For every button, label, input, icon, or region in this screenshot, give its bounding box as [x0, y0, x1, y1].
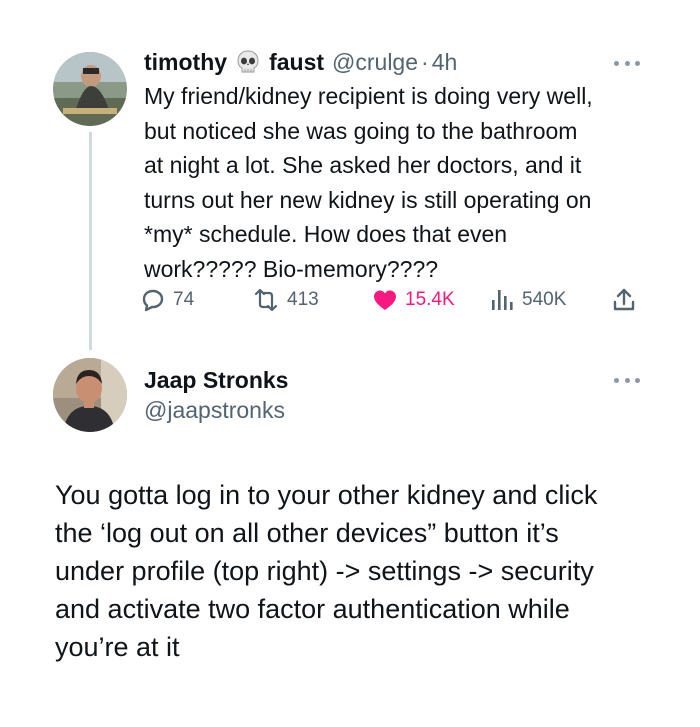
reply-text-line: You gotta log in to your other kidney an… [55, 480, 598, 510]
like-button[interactable]: 15.4K [372, 283, 455, 317]
reply-text-line: the ‘log out on all other devices” butto… [55, 518, 559, 548]
author-name-last[interactable]: faust [269, 49, 324, 76]
tweet-timestamp[interactable]: 4h [432, 49, 458, 76]
tweet-text-line: *my* schedule. How does that even [144, 221, 508, 247]
skull-icon [237, 50, 259, 74]
author-name[interactable]: timothy [144, 49, 227, 76]
header-separator: · [421, 48, 429, 75]
views-icon [492, 290, 513, 310]
reply-text-line: you’re at it [55, 632, 180, 662]
view-count: 540K [522, 289, 567, 310]
repost-button[interactable]: 413 [252, 283, 319, 317]
thread-connector-line [89, 132, 92, 350]
views-button[interactable]: 540K [489, 283, 566, 317]
author-handle[interactable]: @crulge [332, 49, 418, 76]
reply-icon [142, 289, 164, 312]
tweet-text: My friend/kidney recipient is doing very… [144, 79, 664, 286]
tweet-text-line: My friend/kidney recipient is doing very… [144, 83, 593, 109]
like-count: 15.4K [405, 289, 455, 310]
reply-author-handle[interactable]: @jaapstronks [144, 397, 285, 424]
avatar-timothy[interactable] [53, 52, 127, 126]
reply-author-name[interactable]: Jaap Stronks [144, 367, 288, 394]
share-button[interactable] [612, 283, 643, 317]
repost-count: 413 [287, 289, 319, 310]
tweet-text-line: turns out her new kidney is still operat… [144, 186, 592, 213]
share-icon [613, 288, 635, 311]
more-icon[interactable] [614, 59, 640, 67]
tweet-text-line: work????? Bio-memory???? [144, 255, 439, 282]
reply-count: 74 [173, 289, 195, 310]
tweet-action-bar: 74 413 15.4K 540K [140, 283, 660, 317]
reply-button[interactable]: 74 [140, 283, 194, 317]
tweet-text-line: but noticed she was going to the bathroo… [144, 117, 578, 144]
reply-text-line: and activate two factor authentication w… [55, 594, 570, 624]
tweet-header: timothy faust @crulge · 4h [144, 46, 457, 78]
reply-text-line: under profile (top right) -> settings ->… [55, 556, 594, 586]
reply-text: You gotta log in to your other kidney an… [55, 476, 675, 666]
heart-icon [374, 290, 396, 310]
tweet-text-line: at night a lot. She asked her doctors, a… [144, 152, 582, 178]
more-icon[interactable] [614, 376, 640, 384]
avatar-jaap[interactable] [53, 358, 127, 432]
repost-icon [254, 288, 278, 312]
